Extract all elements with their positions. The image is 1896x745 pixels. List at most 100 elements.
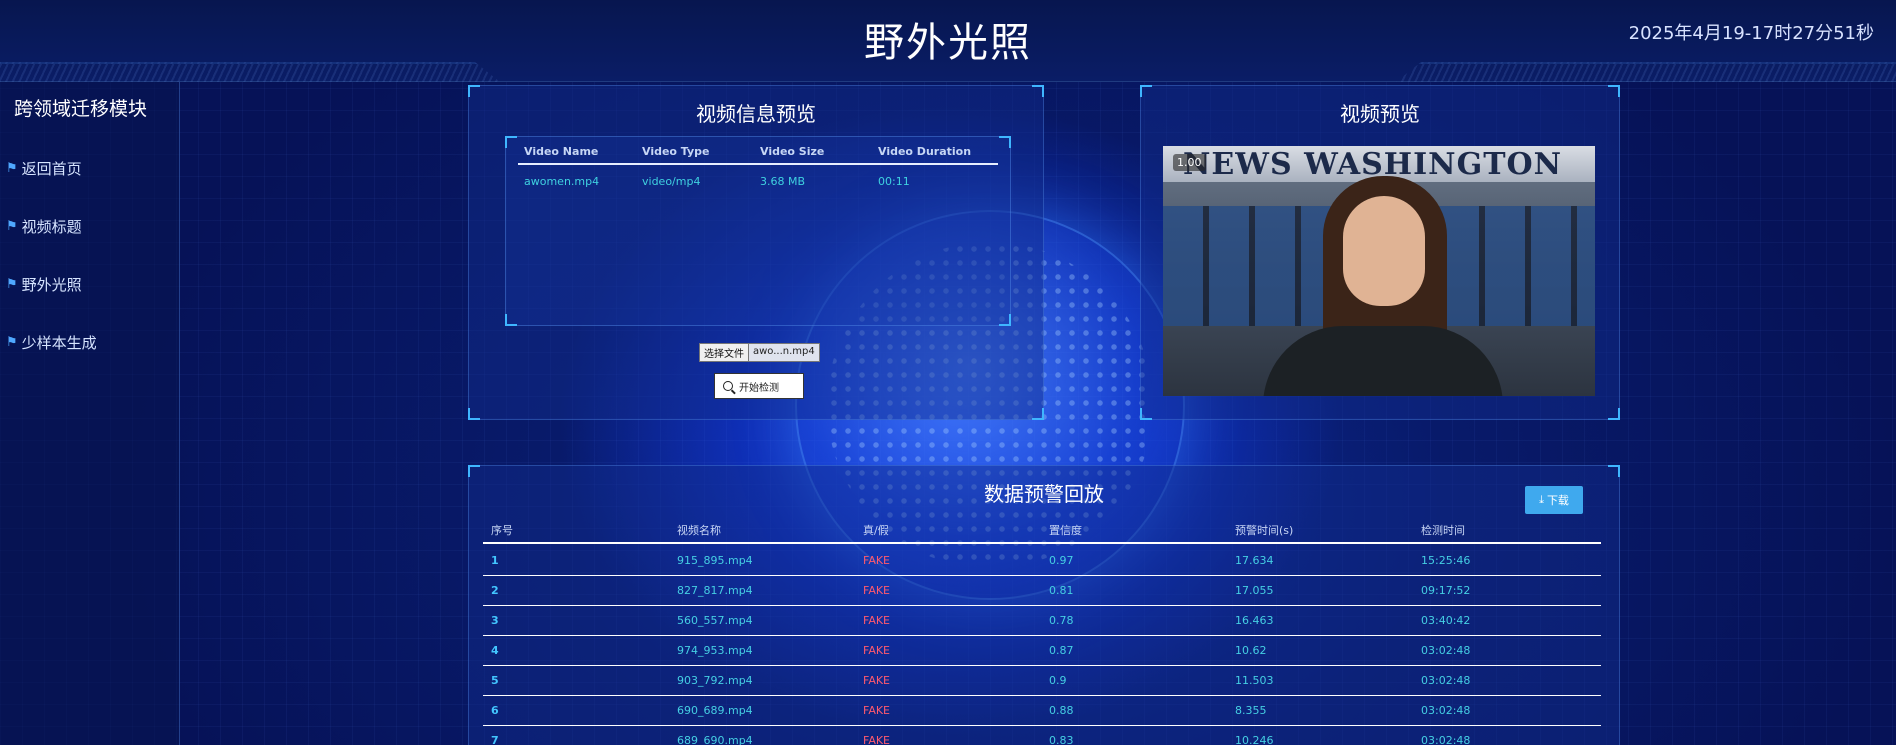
row-real-fake: FAKE — [863, 644, 891, 657]
header: 野外光照 2025年4月19-17时27分51秒 — [0, 0, 1896, 82]
video-type: video/mp4 — [642, 175, 701, 188]
row-detect-time: 09:17:52 — [1421, 584, 1471, 597]
row-real-fake: FAKE — [863, 614, 891, 627]
column-header: 置信度 — [1049, 524, 1082, 537]
row-index: 5 — [491, 674, 499, 687]
search-icon — [723, 381, 733, 391]
video-info-table: Video Name Video Type Video Size Video D… — [505, 136, 1011, 326]
sidebar: 跨领域迁移模块 ⚑ 返回首页 ⚑ 视频标题 ⚑ 野外光照 ⚑ 少样本生成 — [0, 82, 180, 745]
table-row[interactable]: 2 827_817.mp4 FAKE 0.81 17.055 09:17:52 — [483, 576, 1601, 606]
row-video-name: 974_953.mp4 — [677, 644, 753, 657]
row-confidence: 0.97 — [1049, 554, 1074, 567]
row-index: 3 — [491, 614, 499, 627]
choose-file-button[interactable]: 选择文件 — [699, 343, 749, 362]
sidebar-item-label: 返回首页 — [21, 160, 82, 178]
video-size: 3.68 MB — [760, 175, 806, 188]
row-video-name: 560_557.mp4 — [677, 614, 753, 627]
sidebar-title: 跨领域迁移模块 — [14, 98, 148, 120]
download-label: 下载 — [1546, 494, 1569, 507]
row-index: 7 — [491, 734, 499, 745]
row-real-fake: FAKE — [863, 674, 891, 687]
row-detect-time: 03:02:48 — [1421, 734, 1471, 745]
sidebar-item-label: 少样本生成 — [21, 334, 97, 352]
row-video-name: 689_690.mp4 — [677, 734, 753, 745]
table-row[interactable]: 6 690_689.mp4 FAKE 0.88 8.355 03:02:48 — [483, 696, 1601, 726]
row-video-name: 915_895.mp4 — [677, 554, 753, 567]
row-index: 4 — [491, 644, 499, 657]
flag-icon: ⚑ — [6, 219, 18, 234]
row-alert-time: 11.503 — [1235, 674, 1274, 687]
row-detect-time: 03:02:48 — [1421, 674, 1471, 687]
row-video-name: 827_817.mp4 — [677, 584, 753, 597]
video-info-row: awomen.mp4 video/mp4 3.68 MB 00:11 — [518, 175, 998, 188]
start-detection-label: 开始检测 — [739, 382, 779, 394]
playback-speed[interactable]: 1.00 — [1173, 154, 1206, 171]
flag-icon: ⚑ — [6, 161, 18, 176]
column-header: 检测时间 — [1421, 524, 1465, 537]
row-detect-time: 15:25:46 — [1421, 554, 1471, 567]
download-icon: ⤓ — [1539, 493, 1544, 506]
column-header: Video Size — [760, 145, 825, 158]
column-header: 序号 — [491, 524, 513, 537]
video-duration: 00:11 — [878, 175, 910, 188]
column-header: Video Name — [524, 145, 599, 158]
column-header: 真/假 — [863, 524, 889, 537]
row-detect-time: 03:02:48 — [1421, 704, 1471, 717]
column-header: 预警时间(s) — [1235, 524, 1294, 537]
column-header: 视频名称 — [677, 524, 721, 537]
flag-icon: ⚑ — [6, 335, 18, 350]
row-alert-time: 17.055 — [1235, 584, 1274, 597]
alerts-title: 数据预警回放 — [984, 482, 1104, 506]
row-video-name: 690_689.mp4 — [677, 704, 753, 717]
sidebar-item-video-title[interactable]: ⚑ 视频标题 — [6, 216, 82, 237]
video-presenter — [1263, 176, 1503, 396]
download-button[interactable]: ⤓ 下载 — [1525, 486, 1583, 514]
sidebar-item-outdoor-lighting[interactable]: ⚑ 野外光照 — [6, 274, 82, 295]
video-player[interactable]: NEWS WASHINGTON 1.00 — [1163, 146, 1595, 396]
row-confidence: 0.87 — [1049, 644, 1074, 657]
row-confidence: 0.78 — [1049, 614, 1074, 627]
row-alert-time: 10.246 — [1235, 734, 1274, 745]
table-row[interactable]: 1 915_895.mp4 FAKE 0.97 17.634 15:25:46 — [483, 546, 1601, 576]
sidebar-item-home[interactable]: ⚑ 返回首页 — [6, 158, 82, 179]
video-info-header: Video Name Video Type Video Size Video D… — [518, 145, 998, 165]
row-index: 6 — [491, 704, 499, 717]
row-alert-time: 10.62 — [1235, 644, 1267, 657]
sidebar-item-label: 野外光照 — [21, 276, 82, 294]
row-index: 2 — [491, 584, 499, 597]
datetime: 2025年4月19-17时27分51秒 — [1628, 23, 1874, 44]
start-detection-button[interactable]: 开始检测 — [714, 373, 804, 399]
video-preview-title: 视频预览 — [1340, 102, 1420, 126]
column-header: Video Type — [642, 145, 710, 158]
alerts-table-header: 序号 视频名称 真/假 置信度 预警时间(s) 检测时间 — [483, 522, 1601, 544]
row-index: 1 — [491, 554, 499, 567]
sidebar-item-few-shot[interactable]: ⚑ 少样本生成 — [6, 332, 97, 353]
table-row[interactable]: 5 903_792.mp4 FAKE 0.9 11.503 03:02:48 — [483, 666, 1601, 696]
row-confidence: 0.88 — [1049, 704, 1074, 717]
row-real-fake: FAKE — [863, 554, 891, 567]
row-alert-time: 8.355 — [1235, 704, 1267, 717]
row-confidence: 0.81 — [1049, 584, 1074, 597]
alerts-panel: 数据预警回放 ⤓ 下载 序号 视频名称 真/假 置信度 预警时间(s) 检测时间… — [468, 465, 1620, 745]
row-video-name: 903_792.mp4 — [677, 674, 753, 687]
video-name: awomen.mp4 — [524, 175, 600, 188]
selected-file-name: awo...n.mp4 — [749, 343, 820, 362]
flag-icon: ⚑ — [6, 277, 18, 292]
table-row[interactable]: 3 560_557.mp4 FAKE 0.78 16.463 03:40:42 — [483, 606, 1601, 636]
table-row[interactable]: 7 689_690.mp4 FAKE 0.83 10.246 03:02:48 — [483, 726, 1601, 745]
row-real-fake: FAKE — [863, 584, 891, 597]
row-real-fake: FAKE — [863, 734, 891, 745]
column-header: Video Duration — [878, 145, 972, 158]
video-info-panel: 视频信息预览 Video Name Video Type Video Size … — [468, 85, 1044, 420]
row-alert-time: 17.634 — [1235, 554, 1274, 567]
row-real-fake: FAKE — [863, 704, 891, 717]
page-title: 野外光照 — [864, 20, 1032, 66]
row-detect-time: 03:40:42 — [1421, 614, 1471, 627]
video-info-title: 视频信息预览 — [696, 102, 816, 126]
row-detect-time: 03:02:48 — [1421, 644, 1471, 657]
video-preview-panel: 视频预览 NEWS WASHINGTON 1.00 — [1140, 85, 1620, 420]
table-row[interactable]: 4 974_953.mp4 FAKE 0.87 10.62 03:02:48 — [483, 636, 1601, 666]
file-input[interactable]: 选择文件 awo...n.mp4 — [699, 343, 820, 362]
row-alert-time: 16.463 — [1235, 614, 1274, 627]
row-confidence: 0.83 — [1049, 734, 1074, 745]
